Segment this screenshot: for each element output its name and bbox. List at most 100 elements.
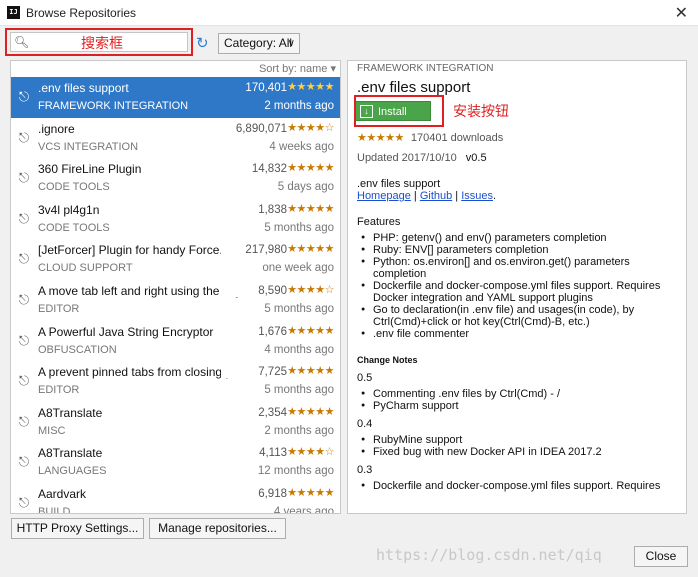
plugin-row[interactable]: ⎋ .ignore 6,890,071 ★★★★☆ VCS INTEGRATION 4 w…: [11, 118, 340, 159]
version-notes: Commenting .env files by Ctrl(Cmd) - /Py…: [357, 388, 683, 412]
plugin-downloads: 7,725: [221, 366, 287, 379]
feature-item: PHP: getenv() and env() parameters compl…: [361, 232, 683, 244]
plugin-row[interactable]: ⎋ Aardvark 6,918 ★★★★★ BUILD 4 years ago: [11, 483, 340, 514]
detail-rating: ★★★★★ 170401 downloads: [357, 131, 503, 144]
plugin-name: Aardvark: [38, 486, 87, 501]
window-title: Browse Repositories: [26, 6, 137, 20]
plugin-date: 2 months ago: [264, 424, 334, 437]
plugin-category: CLOUD SUPPORT: [38, 262, 133, 275]
plugin-icon: ⎋: [18, 332, 30, 348]
plugin-downloads: 14,832: [221, 163, 287, 176]
plugin-row[interactable]: ⎋ A Powerful Java String Encryptor 1,676 ★★…: [11, 321, 340, 362]
plugin-icon: ⎋: [18, 251, 30, 267]
window-close-icon[interactable]: ✕: [675, 3, 688, 23]
intellij-icon: IJ: [7, 6, 20, 19]
version-notes: RubyMine supportFixed bug with new Docke…: [357, 434, 683, 458]
version-label: v0.5: [465, 152, 487, 164]
plugin-downloads: 217,980: [221, 244, 287, 257]
plugin-row[interactable]: ⎋ [JetForcer] Plugin for handy Force.com …: [11, 239, 340, 280]
homepage-link[interactable]: Homepage: [357, 190, 411, 202]
category-dropdown[interactable]: Category: All ∨: [218, 33, 300, 54]
install-annotation-box: [354, 95, 444, 127]
feature-item: .env file commenter: [361, 328, 683, 340]
plugin-name: .ignore: [38, 121, 75, 136]
manage-repositories-button[interactable]: Manage repositories...: [149, 518, 286, 539]
plugin-icon: ⎋: [18, 170, 30, 186]
plugin-downloads: 8,590: [221, 284, 287, 297]
change-note-item: Commenting .env files by Ctrl(Cmd) - /: [361, 388, 683, 400]
title-bar: IJ Browse Repositories ✕: [0, 0, 698, 26]
sort-by-dropdown[interactable]: Sort by: name ▾: [11, 61, 340, 77]
plugin-rating-stars: ★★★★☆: [287, 283, 334, 296]
refresh-icon[interactable]: ↻: [196, 34, 209, 52]
change-note-item: Fixed bug with new Docker API in IDEA 20…: [361, 446, 683, 458]
plugin-date: 5 months ago: [264, 221, 334, 234]
plugin-category: EDITOR: [38, 384, 80, 397]
http-proxy-settings-button[interactable]: HTTP Proxy Settings...: [11, 518, 144, 539]
version-heading: 0.3: [357, 464, 373, 476]
plugin-date: 5 months ago: [264, 384, 334, 397]
plugin-icon: ⎋: [18, 210, 30, 226]
plugin-row[interactable]: ⎋ A8Translate 2,354 ★★★★★ MISC 2 months ago: [11, 402, 340, 443]
plugin-category: VCS INTEGRATION: [38, 140, 139, 153]
plugin-row[interactable]: ⎋ 3v4l pl4g1n 1,838 ★★★★★ CODE TOOLS 5 months…: [11, 199, 340, 240]
plugin-row[interactable]: ⎋ .env files support 170,401 ★★★★★ FRAMEWORK…: [11, 77, 340, 118]
plugin-row[interactable]: ⎋ A8Translate 4,113 ★★★★☆ LANGUAGES 12 months…: [11, 442, 340, 483]
plugin-name: 3v4l pl4g1n: [38, 202, 100, 217]
feature-item: Python: os.environ[] and os.environ.get(…: [361, 256, 683, 280]
download-count: 170401 downloads: [410, 132, 504, 144]
plugin-name: [JetForcer] Plugin for handy Force.com d…: [38, 243, 238, 258]
plugin-rating-stars: ★★★★★: [287, 324, 334, 337]
plugin-rating-stars: ★★★★☆: [287, 446, 334, 459]
plugin-row[interactable]: ⎋ 360 FireLine Plugin 14,832 ★★★★★ CODE TOOL…: [11, 158, 340, 199]
plugin-category: CODE TOOLS: [38, 221, 110, 234]
version-notes: Dockerfile and docker-compose.yml files …: [357, 480, 683, 492]
change-notes: 0.5 Commenting .env files by Ctrl(Cmd) - …: [357, 372, 683, 492]
plugin-description: .env files support Homepage | Github | I…: [357, 178, 683, 492]
plugin-category: LANGUAGES: [38, 465, 107, 478]
features-heading: Features: [357, 216, 401, 228]
plugin-rating-stars: ★★★★★: [287, 81, 334, 93]
plugin-downloads: 6,890,071: [221, 122, 287, 135]
feature-item: Go to declaration(in .env file) and usag…: [361, 304, 683, 328]
change-note-item: RubyMine support: [361, 434, 683, 446]
issues-link[interactable]: Issues: [461, 190, 493, 202]
plugin-name: .env files support: [38, 81, 129, 95]
detail-plugin-name: .env files support: [357, 79, 471, 96]
plugin-date: 4 months ago: [264, 343, 334, 356]
plugin-icon: ⎋: [18, 89, 30, 104]
plugin-date: 5 months ago: [264, 302, 334, 315]
plugin-name: A8Translate: [38, 446, 103, 461]
chevron-down-icon: ∨: [287, 38, 295, 49]
category-label: Category: All: [224, 36, 293, 50]
plugin-rating-stars: ★★★★★: [287, 486, 334, 499]
version-heading: 0.4: [357, 418, 373, 430]
watermark-text: https://blog.csdn.net/qiq: [376, 546, 602, 564]
install-annotation-label: 安装按钮: [453, 104, 509, 120]
github-link[interactable]: Github: [420, 190, 452, 202]
plugin-row[interactable]: ⎋ A move tab left and right using the key…: [11, 280, 340, 321]
plugin-date: 12 months ago: [257, 465, 334, 478]
features-list: PHP: getenv() and env() parameters compl…: [357, 232, 683, 340]
plugin-row[interactable]: ⎋ A prevent pinned tabs from closing plug…: [11, 361, 340, 402]
plugin-date: 5 days ago: [277, 181, 334, 194]
plugin-category: MISC: [38, 424, 66, 437]
plugin-name: A Powerful Java String Encryptor: [38, 324, 214, 339]
description-links: Homepage | Github | Issues.: [357, 190, 497, 202]
change-note-item: Dockerfile and docker-compose.yml files …: [361, 480, 683, 492]
close-button[interactable]: Close: [634, 546, 688, 567]
plugin-category: CODE TOOLS: [38, 181, 110, 194]
plugin-downloads: 6,918: [221, 487, 287, 500]
plugin-name: A8Translate: [38, 405, 103, 420]
updated-date: Updated 2017/10/10: [357, 152, 457, 164]
feature-item: Ruby: ENV[] parameters completion: [361, 244, 683, 256]
plugin-name: A prevent pinned tabs from closing plugi…: [38, 365, 238, 380]
plugin-category: OBFUSCATION: [38, 343, 117, 356]
plugin-category: BUILD: [38, 505, 71, 514]
feature-item: Dockerfile and docker-compose.yml files …: [361, 280, 683, 304]
description-text: .env files support: [357, 178, 441, 190]
plugin-downloads: 1,838: [221, 203, 287, 216]
plugin-category: FRAMEWORK INTEGRATION: [38, 100, 189, 112]
plugin-rating-stars: ★★★★★: [287, 365, 334, 378]
plugin-list[interactable]: Sort by: name ▾ ⎋ .env files support 170,4…: [10, 60, 341, 514]
